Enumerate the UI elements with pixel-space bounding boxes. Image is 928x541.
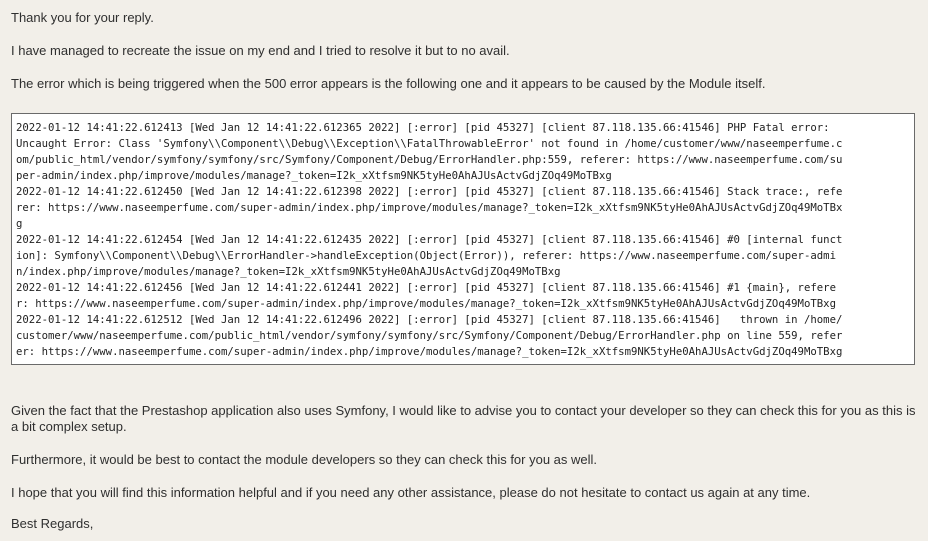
log-line: 2022-01-12 14:41:22.612454 [Wed Jan 12 1… — [16, 233, 843, 246]
log-line: 2022-01-12 14:41:22.612512 [Wed Jan 12 1… — [16, 313, 843, 326]
log-line: rer: https://www.naseemperfume.com/super… — [16, 201, 843, 214]
intro-text: I have managed to recreate the issue on … — [11, 43, 510, 58]
module-developers-text: Furthermore, it would be best to contact… — [11, 452, 598, 467]
log-line: er: https://www.naseemperfume.com/super-… — [16, 345, 843, 358]
log-line: 2022-01-12 14:41:22.612456 [Wed Jan 12 1… — [16, 281, 836, 294]
error-intro-text: The error which is being triggered when … — [11, 76, 766, 91]
error-log-block: 2022-01-12 14:41:22.612413 [Wed Jan 12 1… — [11, 113, 915, 365]
log-line: ion]: Symfony\\Component\\Debug\\ErrorHa… — [16, 249, 836, 262]
closing-text: I hope that you will find this informati… — [11, 485, 811, 500]
log-line: customer/www/naseemperfume.com/public_ht… — [16, 329, 843, 342]
greeting-text: Thank you for your reply. — [11, 10, 154, 25]
log-line: 2022-01-12 14:41:22.612413 [Wed Jan 12 1… — [16, 121, 830, 134]
log-line: r: https://www.naseemperfume.com/super-a… — [16, 297, 836, 310]
signoff-text: Best Regards, — [11, 516, 94, 531]
log-line: n/index.php/improve/modules/manage?_toke… — [16, 265, 561, 278]
log-line: per-admin/index.php/improve/modules/mana… — [16, 169, 612, 182]
log-line: om/public_html/vendor/symfony/symfony/sr… — [16, 153, 843, 166]
log-line: Uncaught Error: Class 'Symfony\\Componen… — [16, 137, 843, 150]
advice-text: Given the fact that the Prestashop appli… — [11, 403, 916, 434]
log-line: 2022-01-12 14:41:22.612450 [Wed Jan 12 1… — [16, 185, 843, 198]
log-line: g — [16, 217, 23, 230]
